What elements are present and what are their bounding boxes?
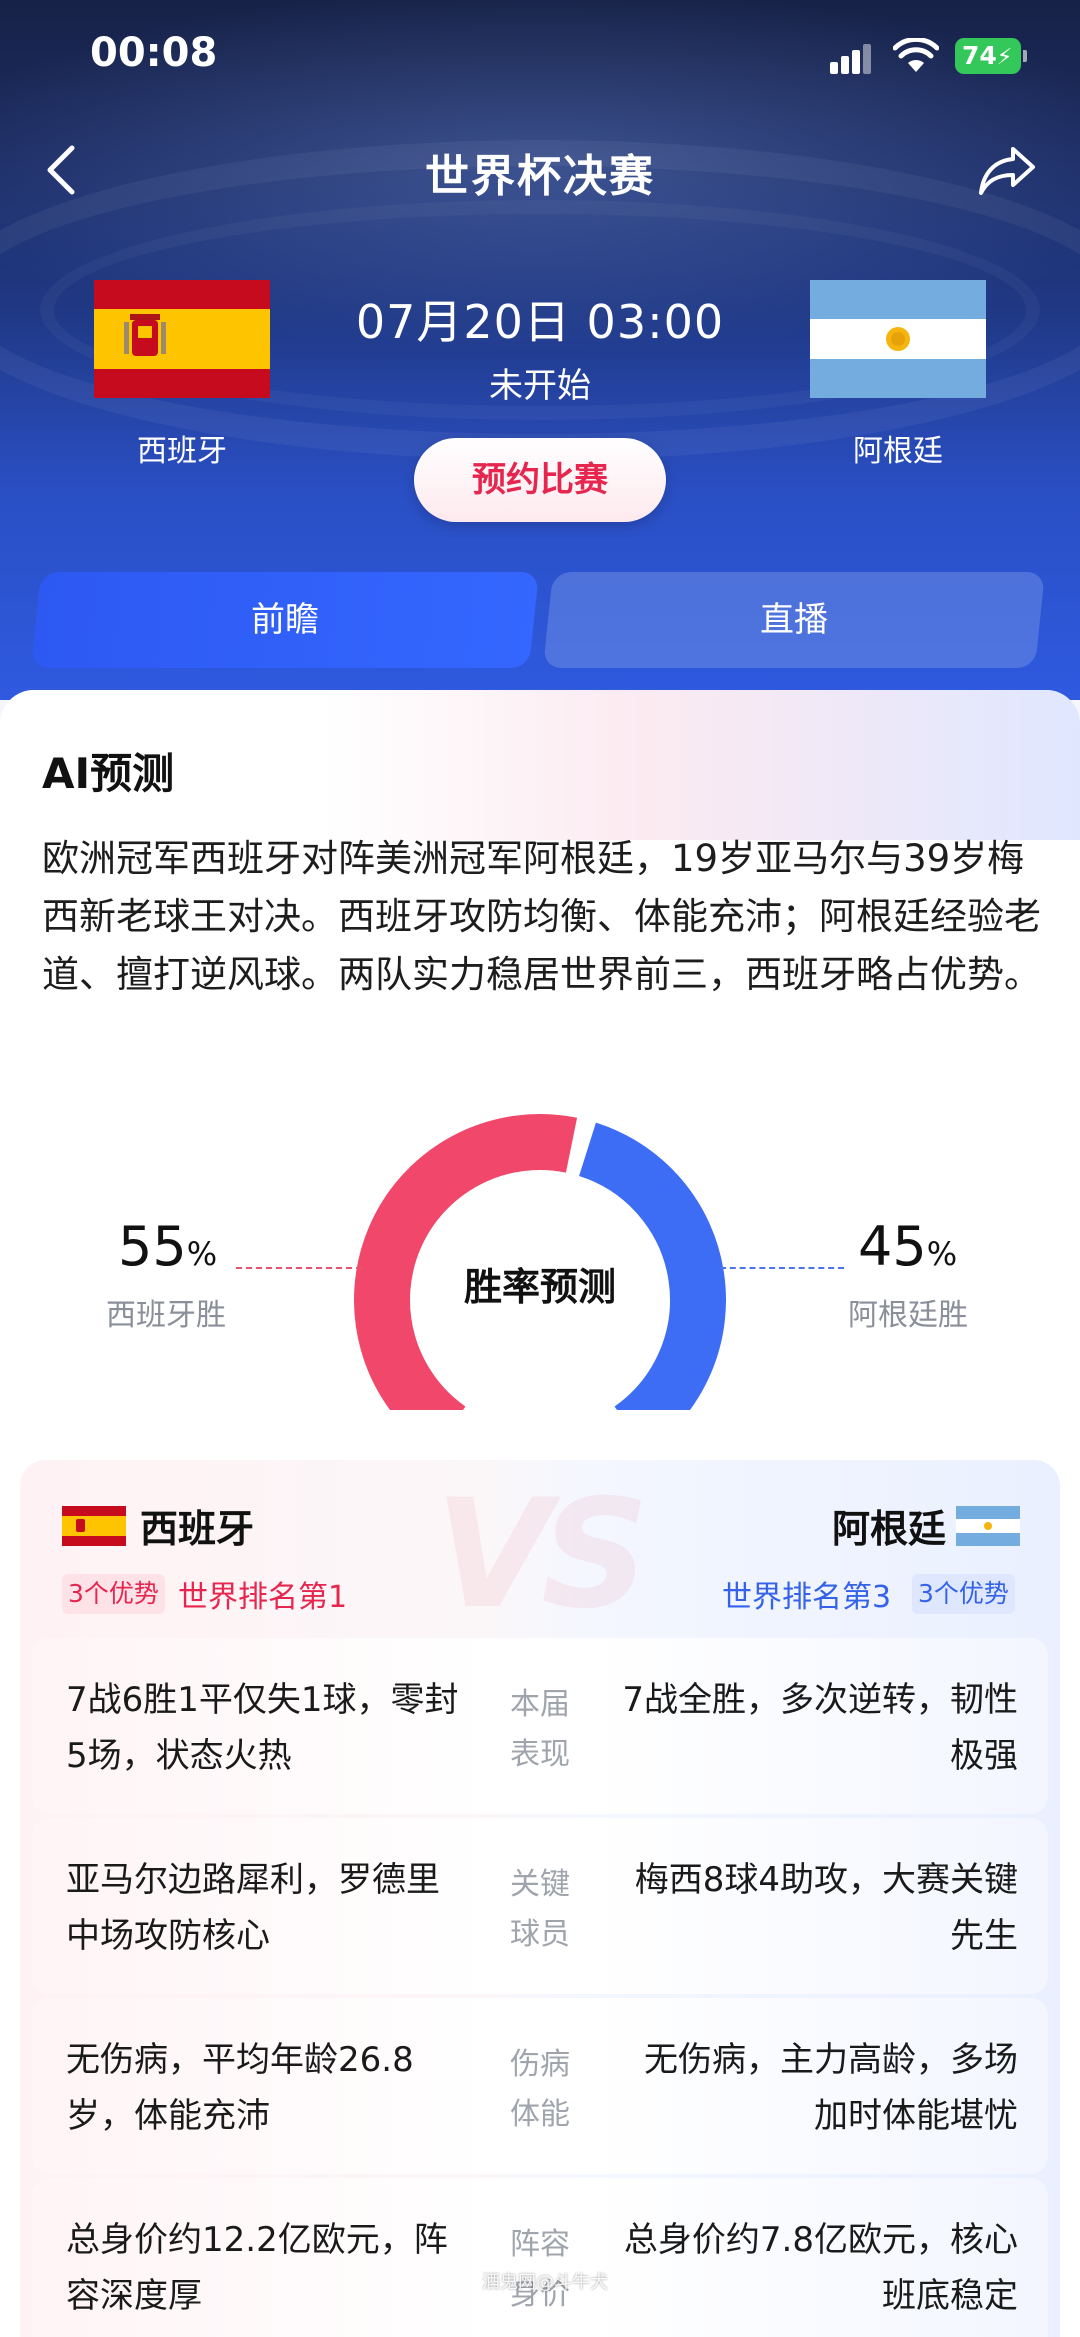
comparison-home-name: 西班牙 [140,1507,255,1551]
vs-watermark: VS [435,1468,649,1642]
tab-live-label: 直播 [760,600,828,640]
cellular-signal-icon [830,44,874,74]
spain-flag-icon [62,1506,126,1546]
wifi-icon [893,38,939,72]
home-world-rank: 世界排名第1 [178,1580,348,1615]
argentina-flag-icon [956,1506,1020,1546]
away-win-percentage: 45% [858,1215,957,1278]
home-detail: 总身价约12.2亿欧元，阵容深度厚 [66,2220,448,2316]
home-win-label: 西班牙胜 [106,1298,226,1333]
win-rate-title: 胜率预测 [463,1265,616,1309]
away-win-label: 阿根廷胜 [848,1298,968,1333]
percent-unit: % [186,1235,218,1273]
comparison-row: 7战6胜1平仅失1球，零封5场，状态火热 本届表现 7战全胜，多次逆转，韧性极强 [32,1638,1048,1814]
home-win-percentage: 55% [118,1215,217,1278]
away-world-rank: 世界排名第3 [722,1580,892,1615]
away-advantage-badge: 3个优势 [912,1574,1015,1614]
away-detail: 7战全胜，多次逆转，韧性极强 [622,1680,1018,1776]
status-time: 00:08 [90,30,218,76]
comparison-row: 无伤病，平均年龄26.8岁，体能充沛 伤病体能 无伤病，主力高龄，多场加时体能堪… [32,1998,1048,2174]
home-advantage-badge: 3个优势 [62,1574,165,1614]
battery-indicator: 74⚡ [955,38,1027,74]
home-detail: 亚马尔边路犀利，罗德里中场攻防核心 [66,1860,440,1956]
comparison-row: 亚马尔边路犀利，罗德里中场攻防核心 关键球员 梅西8球4助攻，大赛关键先生 [32,1818,1048,1994]
away-win-value: 45 [858,1215,927,1278]
home-detail: 7战6胜1平仅失1球，零封5场，状态火热 [66,1680,459,1776]
ai-prediction-summary: 欧洲冠军西班牙对阵美洲冠军阿根廷，19岁亚马尔与39岁梅西新老球王对决。西班牙攻… [42,837,1041,996]
percent-unit: % [926,1235,958,1273]
page-title: 世界杯决赛 [425,151,655,202]
preview-content: AI预测 欧洲冠军西班牙对阵美洲冠军阿根廷，19岁亚马尔与39岁梅西新老球王对决… [0,690,1080,2337]
away-team-name: 阿根廷 [853,434,943,469]
comparison-row: 总身价约12.2亿欧元，阵容深度厚 阵容身价 总身价约7.8亿欧元，核心班底稳定 [32,2178,1048,2337]
tab-live[interactable]: 直播 [542,572,1046,668]
reserve-match-button[interactable]: 预约比赛 [414,438,666,522]
share-icon[interactable] [975,143,1039,199]
status-bar: 00:08 74⚡ [0,0,1080,120]
tab-preview-label: 前瞻 [251,600,319,640]
battery-level: 74 [962,41,997,70]
home-leader-line [236,1267,362,1269]
argentina-flag-icon [810,280,986,398]
comparison-category: 伤病体能 [510,2047,570,2132]
away-detail: 总身价约7.8亿欧元，核心班底稳定 [623,2220,1018,2316]
match-header: 00:08 74⚡ 世界杯决赛 西班牙 07月20日 03:00 未开始 阿根廷… [0,0,1080,700]
comparison-away-name: 阿根廷 [831,1507,946,1551]
comparison-category: 本届表现 [510,1687,570,1772]
comparison-category: 关键球员 [510,1867,570,1952]
team-comparison-panel: VS 西班牙 阿根廷 3个优势 世界排名第1 世界排名第3 3个优势 7战6胜1… [20,1460,1060,2337]
home-team-name: 西班牙 [137,434,227,469]
watermark: 酒鬼网@斗牛犬 [482,2272,608,2293]
ai-prediction-title: AI预测 [42,749,175,798]
away-detail: 无伤病，主力高龄，多场加时体能堪忧 [644,2040,1018,2136]
home-detail: 无伤病，平均年龄26.8岁，体能充沛 [66,2040,414,2136]
away-leader-line [720,1267,844,1269]
home-win-value: 55 [118,1215,187,1278]
away-detail: 梅西8球4助攻，大赛关键先生 [634,1860,1018,1956]
tab-preview[interactable]: 前瞻 [30,572,540,668]
